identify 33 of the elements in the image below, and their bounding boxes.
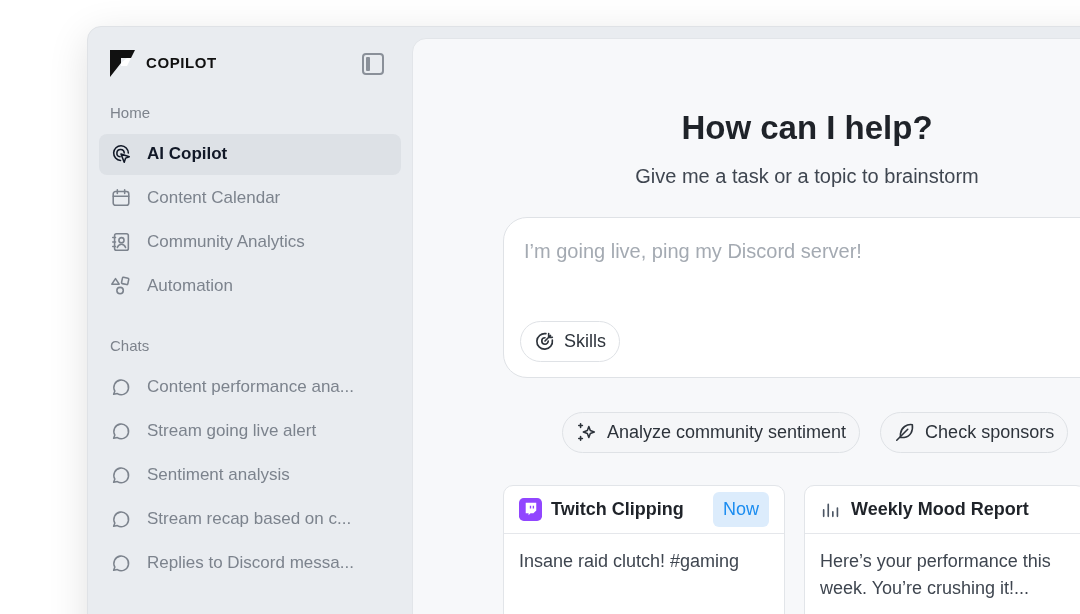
sidebar-item[interactable]: Replies to Discord messa... [99,542,401,583]
cursor-target-icon [110,143,132,165]
task-card[interactable]: Twitch Clipping Now Insane raid clutch! #gaming [503,484,785,614]
calendar-icon [110,187,132,209]
sidebar-item[interactable]: Stream recap based on c... [99,498,401,539]
sidebar-item[interactable]: Stream going live alert [99,410,401,451]
target-icon [534,330,556,352]
sidebar-item[interactable]: Content Calendar [99,177,401,219]
sparkles-icon [576,421,598,443]
subheading: Give me a task or a topic to brainstorm [635,163,979,189]
card-title: Twitch Clipping [551,497,685,521]
sidebar-toggle-button[interactable] [362,52,384,75]
sidebar-item[interactable]: Community Analytics [99,221,401,263]
status-badge: Now [713,491,769,527]
shapes-icon [110,275,132,297]
twitch-logo-icon [519,497,542,521]
sidebar-item[interactable]: Automation [99,265,401,307]
sidebar-item[interactable]: Content performance ana... [99,366,401,407]
suggestion-chip[interactable]: Check sponsors [880,411,1069,453]
section-heading: Chats [109,335,151,356]
suggestion-chip[interactable]: Analyze community sentiment [562,411,861,453]
sidebar-item[interactable]: Sentiment analysis [99,454,401,495]
card-title: Weekly Mood Report [851,497,1030,521]
card-text: Here’s your performance this week. You’re crushing it!... [819,549,1052,600]
logo-icon [110,50,135,77]
prompt-field[interactable]: I’m going live, ping my Discord server! [520,235,1080,266]
sidebar-item[interactable]: AI Copilot [99,133,401,175]
task-card[interactable]: Weekly Mood Report Here’s your performance this week. You’re crushing it!... [804,484,1080,614]
section-heading: Home [109,103,151,123]
card-text: Insane raid clutch! #gaming [518,549,741,573]
contact-book-icon [110,231,132,253]
heading: How can I help? [681,108,933,148]
brand-name: COPILOT [146,53,217,74]
